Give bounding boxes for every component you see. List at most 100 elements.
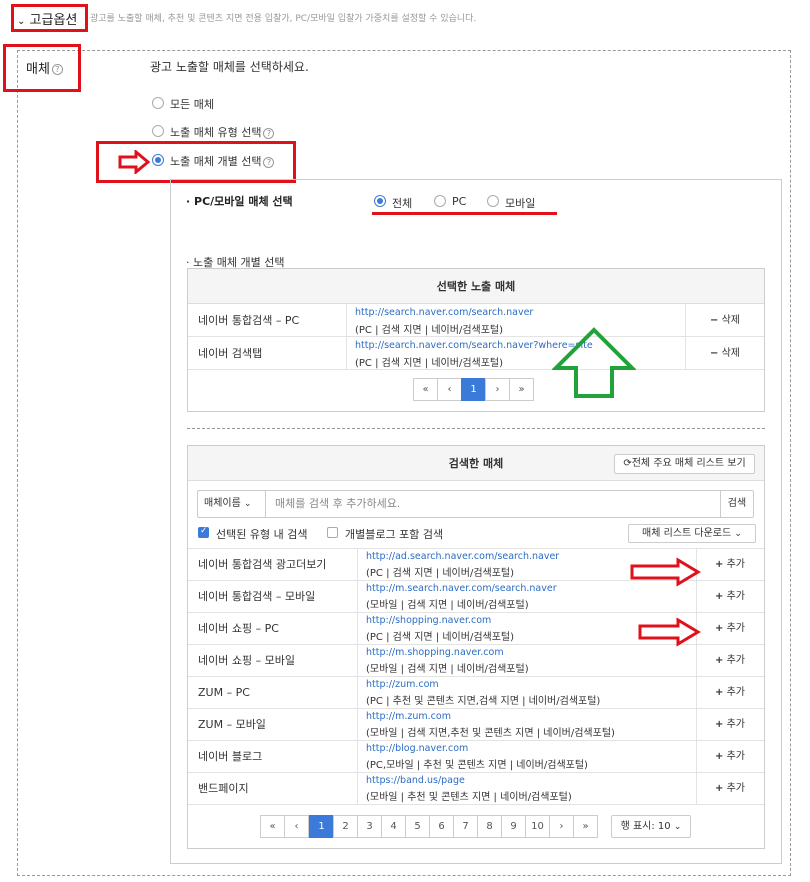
media-name: ZUM – PC [198, 686, 250, 699]
help-icon[interactable]: ? [263, 156, 275, 168]
plus-icon: + [715, 655, 724, 666]
media-name: 네이버 블로그 [198, 750, 263, 763]
search-button[interactable]: 검색 [720, 490, 754, 518]
add-button[interactable]: + 추가 [715, 709, 745, 740]
add-button[interactable]: + 추가 [715, 741, 745, 772]
pager-next[interactable]: › [549, 815, 574, 838]
help-icon[interactable]: ? [51, 64, 63, 75]
device-label-pc: PC [452, 195, 467, 208]
annotation-arrow-right-icon [118, 150, 150, 174]
add-button[interactable]: + 추가 [715, 549, 745, 580]
annotation-arrow-right-icon [638, 617, 701, 647]
pager-page[interactable]: 9 [501, 815, 526, 838]
filter-in-type-label: 선택된 유형 내 검색 [216, 528, 308, 541]
add-button[interactable]: + 추가 [715, 645, 745, 676]
table-row: ZUM – 모바일 http://m.zum.com (모바일 | 검색 지면,추천… [188, 709, 764, 741]
media-url-link[interactable]: http://blog.naver.com [366, 743, 588, 754]
add-button[interactable]: + 추가 [715, 677, 745, 708]
filter-in-type-checkbox[interactable] [198, 526, 209, 538]
media-name: 네이버 쇼핑 – 모바일 [198, 654, 295, 667]
plus-icon: + [715, 591, 724, 602]
chevron-down-icon: ⌄ [734, 529, 742, 539]
add-button[interactable]: + 추가 [715, 581, 745, 612]
pager-page[interactable]: 7 [453, 815, 478, 838]
advanced-options-label: 고급옵션 [29, 13, 78, 28]
pager-page[interactable]: 8 [477, 815, 502, 838]
delete-button[interactable]: − 삭제 [710, 337, 740, 369]
all-major-media-button[interactable]: ⟳전체 주요 매체 리스트 보기 [614, 454, 755, 474]
media-url-link[interactable]: http://m.zum.com [366, 711, 615, 722]
filter-blog-checkbox[interactable] [327, 527, 338, 538]
media-label: 매체? [26, 58, 63, 77]
media-detail: (PC | 검색 지면 | 네이버/검색포털) [366, 568, 515, 579]
media-detail: (PC,모바일 | 추천 및 콘텐츠 지면 | 네이버/검색포털) [366, 760, 588, 771]
chevron-down-icon: ⌄ [244, 499, 252, 509]
media-url-link[interactable]: http://zum.com [366, 679, 600, 690]
search-results-list: 네이버 통합검색 광고더보기 http://ad.search.naver.com… [188, 548, 764, 805]
media-name: 네이버 통합검색 광고더보기 [198, 558, 327, 571]
radio-media-type[interactable] [152, 125, 164, 137]
add-button[interactable]: + 추가 [715, 773, 745, 804]
pager-last[interactable]: » [509, 378, 534, 401]
pager-page[interactable]: 3 [357, 815, 382, 838]
chevron-down-icon: ⌄ [673, 822, 682, 832]
media-url-link[interactable]: http://m.shopping.naver.com [366, 647, 529, 658]
annotation-arrow-right-icon [630, 557, 701, 587]
radio-device-all[interactable] [374, 195, 386, 207]
table-row: 밴드페이지 https://band.us/page (모바일 | 추천 및 콘텐츠… [188, 773, 764, 805]
device-label-all: 전체 [392, 197, 413, 210]
search-input[interactable]: 매체를 검색 후 추가하세요. [265, 490, 721, 518]
option-label-media-type: 노출 매체 유형 선택? [170, 124, 275, 140]
download-list-button[interactable]: 매체 리스트 다운로드 ⌄ [628, 524, 756, 543]
help-icon[interactable]: ? [263, 127, 275, 139]
media-name: ZUM – 모바일 [198, 718, 266, 731]
media-detail: (모바일 | 검색 지면 | 네이버/검색포털) [366, 600, 529, 611]
pager-page[interactable]: 10 [525, 815, 550, 838]
table-row: ZUM – PC http://zum.com (PC | 추천 및 콘텐츠 지면,… [188, 677, 764, 709]
rows-per-page-select[interactable]: 행 표시: 10 ⌄ [611, 815, 691, 838]
add-button[interactable]: + 추가 [715, 613, 745, 644]
media-detail: (모바일 | 검색 지면,추천 및 콘텐츠 지면 | 네이버/검색포털) [366, 728, 615, 739]
pager-next[interactable]: › [485, 378, 510, 401]
media-detail: (PC | 추천 및 콘텐츠 지면,검색 지면 | 네이버/검색포털) [366, 696, 601, 707]
plus-icon: + [715, 719, 724, 730]
radio-device-mobile[interactable] [487, 195, 499, 207]
advanced-description: 광고를 노출할 매체, 추천 및 콘텐츠 지면 전용 입찰가, PC/모바일 입… [90, 14, 477, 24]
pager-page[interactable]: 1 [461, 378, 486, 401]
pager-prev[interactable]: ‹ [437, 378, 462, 401]
table-row: 네이버 검색탭 http://search.naver.com/search.n… [188, 337, 764, 370]
media-url-link[interactable]: http://shopping.naver.com [366, 615, 514, 626]
media-url-link[interactable]: http://ad.search.naver.com/search.naver [366, 551, 559, 562]
media-url-link[interactable]: http://m.search.naver.com/search.naver [366, 583, 557, 594]
media-url-link[interactable]: https://band.us/page [366, 775, 572, 786]
plus-icon: + [715, 751, 724, 762]
plus-icon: + [715, 623, 724, 634]
pager-page[interactable]: 2 [333, 815, 358, 838]
plus-icon: + [715, 783, 724, 794]
media-instruction: 광고 노출할 매체를 선택하세요. [150, 60, 309, 74]
section-divider [187, 428, 765, 429]
advanced-options-toggle[interactable]: ⌄ 고급옵션 [17, 9, 77, 28]
media-url-link[interactable]: http://search.naver.com/search.naver [355, 307, 533, 318]
pager-prev[interactable]: ‹ [284, 815, 309, 838]
media-detail: (PC | 검색 지면 | 네이버/검색포털) [366, 632, 515, 643]
delete-button[interactable]: − 삭제 [710, 304, 740, 336]
radio-individual-media[interactable] [152, 154, 164, 166]
pager-last[interactable]: » [573, 815, 598, 838]
media-name: 네이버 검색탭 [198, 347, 263, 360]
pager-page[interactable]: 4 [381, 815, 406, 838]
pager-first[interactable]: « [413, 378, 438, 401]
device-label-mobile: 모바일 [505, 197, 536, 210]
radio-device-pc[interactable] [434, 195, 446, 207]
option-label-all-media: 모든 매체 [170, 98, 214, 111]
pager-page[interactable]: 6 [429, 815, 454, 838]
media-name: 네이버 쇼핑 – PC [198, 622, 279, 635]
media-detail: (PC | 검색 지면 | 네이버/검색포털) [355, 325, 504, 336]
pager-first[interactable]: « [260, 815, 285, 838]
table-row: 네이버 통합검색 – PC http://search.naver.com/se… [188, 304, 764, 337]
search-type-select[interactable]: 매체이름 ⌄ [197, 490, 266, 518]
pager-page[interactable]: 5 [405, 815, 430, 838]
media-name: 네이버 통합검색 – 모바일 [198, 590, 316, 603]
pager-page[interactable]: 1 [309, 815, 334, 838]
radio-all-media[interactable] [152, 97, 164, 109]
